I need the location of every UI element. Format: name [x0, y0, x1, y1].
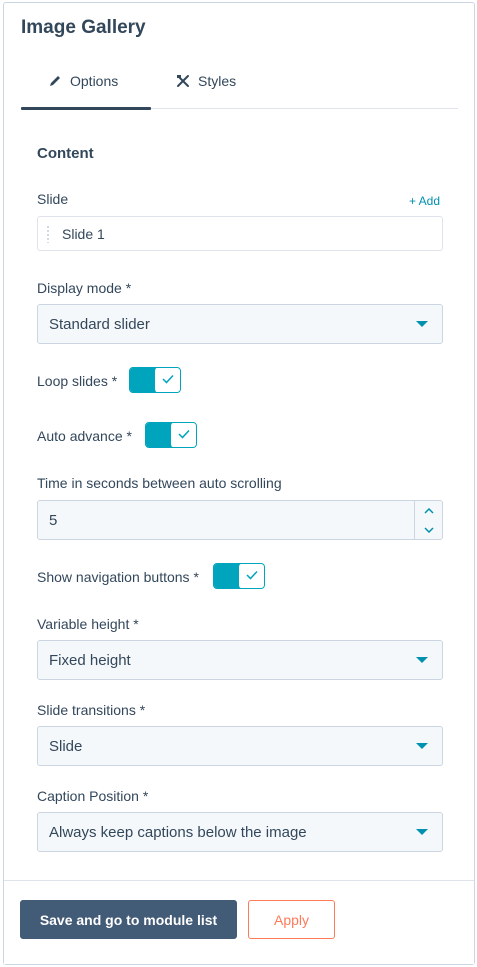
caret-down-icon	[416, 829, 428, 835]
module-editor-panel: Image Gallery Options Styles Content Sli…	[3, 2, 475, 965]
slide-transitions-label: Slide transitions *	[37, 702, 146, 718]
variable-height-select[interactable]: Fixed height	[37, 640, 443, 680]
slide-item[interactable]: Slide 1	[37, 216, 443, 251]
caption-position-label: Caption Position *	[37, 788, 149, 804]
tab-styles[interactable]: Styles	[176, 73, 236, 89]
time-seconds-value: 5	[49, 511, 58, 529]
display-mode-label: Display mode *	[37, 280, 132, 296]
panel-title: Image Gallery	[21, 17, 146, 38]
slide-item-label: Slide 1	[62, 225, 105, 242]
auto-advance-toggle[interactable]	[145, 422, 197, 448]
number-stepper	[414, 501, 442, 539]
styles-icon	[176, 74, 190, 88]
caret-down-icon	[416, 743, 428, 749]
pencil-icon	[48, 74, 62, 88]
apply-button[interactable]: Apply	[248, 900, 335, 939]
slide-label: Slide	[37, 191, 69, 207]
content-section-title: Content	[37, 145, 94, 162]
check-icon	[161, 371, 174, 389]
tab-bar: Options Styles	[21, 63, 458, 110]
slide-transitions-select[interactable]: Slide	[37, 726, 443, 766]
time-seconds-label: Time in seconds between auto scrolling	[37, 475, 282, 491]
show-nav-buttons-toggle[interactable]	[213, 563, 265, 589]
check-icon	[245, 567, 258, 585]
show-nav-buttons-label: Show navigation buttons *	[37, 569, 199, 585]
add-slide-link[interactable]: + Add	[409, 194, 440, 208]
drag-handle-icon[interactable]	[38, 217, 58, 250]
tab-options[interactable]: Options	[48, 73, 118, 89]
tab-options-label: Options	[70, 73, 119, 89]
loop-slides-toggle[interactable]	[129, 367, 181, 393]
variable-height-value: Fixed height	[49, 651, 131, 669]
caret-down-icon	[416, 321, 428, 327]
caption-position-value: Always keep captions below the image	[49, 823, 307, 841]
chevron-down-icon[interactable]	[415, 520, 442, 539]
caption-position-select[interactable]: Always keep captions below the image	[37, 812, 443, 852]
auto-advance-label: Auto advance *	[37, 428, 132, 444]
display-mode-select[interactable]: Standard slider	[37, 304, 443, 344]
time-seconds-input[interactable]: 5	[37, 500, 443, 540]
slide-transitions-value: Slide	[49, 737, 83, 755]
variable-height-label: Variable height *	[37, 616, 139, 632]
tab-styles-label: Styles	[198, 73, 237, 89]
save-and-go-to-module-list-button[interactable]: Save and go to module list	[20, 900, 237, 939]
chevron-up-icon[interactable]	[415, 501, 442, 520]
active-tab-indicator	[21, 107, 151, 110]
panel-footer: Save and go to module list Apply	[4, 880, 474, 964]
loop-slides-label: Loop slides *	[37, 373, 118, 389]
caret-down-icon	[416, 657, 428, 663]
check-icon	[177, 426, 190, 444]
display-mode-value: Standard slider	[49, 315, 150, 333]
